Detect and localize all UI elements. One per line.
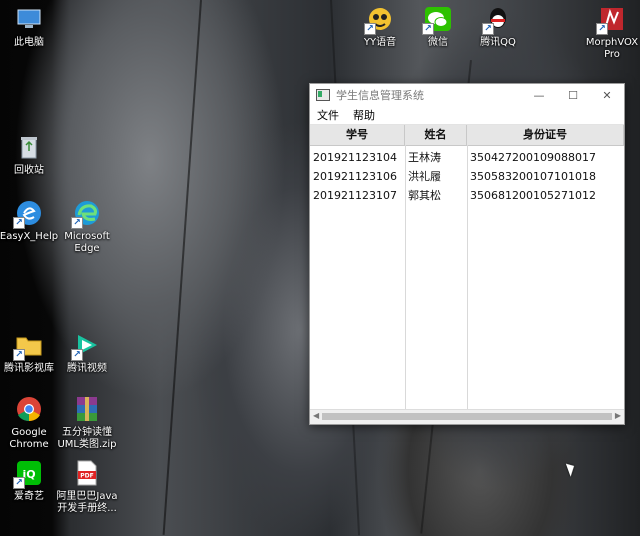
menu-file[interactable]: 文件 xyxy=(310,107,346,123)
desktop-icon-wechat[interactable]: ↗ 微信 xyxy=(406,4,470,49)
icon-label: 腾讯视频 xyxy=(67,363,107,374)
desktop-icon-alibaba-pdf[interactable]: PDF 阿里巴巴Java开发手册终... xyxy=(55,458,119,515)
app-window-icon xyxy=(316,89,330,101)
table-row[interactable]: 201921123104 王林涛 350427200109088017 xyxy=(310,148,624,167)
maximize-icon: ☐ xyxy=(568,88,578,102)
chrome-icon xyxy=(14,394,44,424)
icon-label: 腾讯影视库 xyxy=(4,363,54,374)
icon-label: 此电脑 xyxy=(14,37,44,48)
desktop-icon-this-pc[interactable]: 此电脑 xyxy=(0,4,61,49)
table-row[interactable]: 201921123106 洪礼履 350583200107101018 xyxy=(310,167,624,186)
shortcut-arrow-icon: ↗ xyxy=(13,217,25,229)
maximize-button[interactable]: ☐ xyxy=(556,84,590,106)
cell-id-number[interactable]: 350583200107101018 xyxy=(467,167,624,186)
desktop-icon-easyx[interactable]: ↗ EasyX_Help xyxy=(0,198,61,243)
icon-label: MorphVOX Pro xyxy=(585,37,639,60)
cell-student-id[interactable]: 201921123107 xyxy=(310,186,405,205)
shortcut-arrow-icon: ↗ xyxy=(13,349,25,361)
shortcut-arrow-icon: ↗ xyxy=(596,23,608,35)
shortcut-arrow-icon: ↗ xyxy=(482,23,494,35)
svg-text:PDF: PDF xyxy=(80,473,93,480)
student-info-window: 学生信息管理系统 — ☐ ✕ 文件 帮助 学号 姓名 身份证号 20192112… xyxy=(309,83,625,425)
shortcut-arrow-icon: ↗ xyxy=(13,477,25,489)
shortcut-arrow-icon: ↗ xyxy=(422,23,434,35)
scroll-right-icon[interactable]: ▶ xyxy=(615,411,621,420)
cell-name[interactable]: 王林涛 xyxy=(405,148,467,167)
table-header: 学号 姓名 身份证号 xyxy=(310,125,624,146)
icon-label: 回收站 xyxy=(14,165,44,176)
icon-label: 爱奇艺 xyxy=(14,491,44,502)
icon-label: Microsoft Edge xyxy=(64,231,110,254)
recycle-bin-icon xyxy=(14,132,44,162)
icon-label: 腾讯QQ xyxy=(480,37,516,48)
icon-label: 微信 xyxy=(428,37,448,48)
cell-student-id[interactable]: 201921123106 xyxy=(310,167,405,186)
shortcut-arrow-icon: ↗ xyxy=(364,23,376,35)
window-title: 学生信息管理系统 xyxy=(336,89,424,102)
cell-name[interactable]: 郭其松 xyxy=(405,186,467,205)
cell-id-number[interactable]: 350427200109088017 xyxy=(467,148,624,167)
desktop-icon-chrome[interactable]: Google Chrome xyxy=(0,394,61,451)
desktop-icon-morphvox[interactable]: ↗ MorphVOX Pro xyxy=(580,4,640,61)
cell-id-number[interactable]: 350681200105271012 xyxy=(467,186,624,205)
desktop-icon-iqiyi[interactable]: iQ ↗ 爱奇艺 xyxy=(0,458,61,503)
morphvox-icon: ↗ xyxy=(596,4,627,35)
desktop-icon-uml-zip[interactable]: 五分钟读懂UML类图.zip xyxy=(55,394,119,451)
scroll-left-icon[interactable]: ◀ xyxy=(313,411,319,420)
yy-icon: ↗ xyxy=(364,4,395,35)
shortcut-arrow-icon: ↗ xyxy=(71,349,83,361)
desktop-icon-edge[interactable]: ↗ Microsoft Edge xyxy=(55,198,119,255)
title-bar[interactable]: 学生信息管理系统 — ☐ ✕ xyxy=(310,84,624,106)
column-header-name[interactable]: 姓名 xyxy=(405,125,467,145)
desktop-icon-recycle-bin[interactable]: 回收站 xyxy=(0,132,61,177)
icon-label: Google Chrome xyxy=(9,427,49,450)
scrollbar-thumb[interactable] xyxy=(322,413,612,420)
student-table[interactable]: 学号 姓名 身份证号 201921123104 王林涛 350427200109… xyxy=(310,125,624,410)
easyx-icon: ↗ xyxy=(13,198,44,229)
table-row[interactable]: 201921123107 郭其松 350681200105271012 xyxy=(310,186,624,205)
cell-student-id[interactable]: 201921123104 xyxy=(310,148,405,167)
column-header-student-id[interactable]: 学号 xyxy=(310,125,405,145)
desktop-icon-yy[interactable]: ↗ YY语音 xyxy=(348,4,412,49)
winrar-icon xyxy=(72,394,102,424)
wechat-icon: ↗ xyxy=(422,4,453,35)
menu-help[interactable]: 帮助 xyxy=(346,107,382,123)
edge-icon: ↗ xyxy=(71,198,102,229)
menu-bar: 文件 帮助 xyxy=(310,106,624,125)
qq-icon: ↗ xyxy=(482,4,513,35)
minimize-icon: — xyxy=(533,88,545,102)
folder-icon: ↗ xyxy=(13,330,44,361)
icon-label: YY语音 xyxy=(363,37,397,48)
shortcut-arrow-icon: ↗ xyxy=(71,217,83,229)
icon-label: 五分钟读懂UML类图.zip xyxy=(57,427,117,450)
desktop-icon-tencent-video-lib[interactable]: ↗ 腾讯影视库 xyxy=(0,330,61,375)
desktop-icon-qq[interactable]: ↗ 腾讯QQ xyxy=(466,4,530,49)
cell-name[interactable]: 洪礼履 xyxy=(405,167,467,186)
icon-label: EasyX_Help xyxy=(0,231,59,242)
column-header-id-number[interactable]: 身份证号 xyxy=(467,125,624,145)
tencent-video-icon: ↗ xyxy=(71,330,102,361)
horizontal-scrollbar[interactable]: ◀ ▶ xyxy=(310,409,624,424)
close-button[interactable]: ✕ xyxy=(590,84,624,106)
icon-label: 阿里巴巴Java开发手册终... xyxy=(56,491,118,514)
desktop-icon-tencent-video[interactable]: ↗ 腾讯视频 xyxy=(55,330,119,375)
close-icon: ✕ xyxy=(602,88,612,102)
computer-icon xyxy=(14,4,44,34)
iqiyi-icon: iQ ↗ xyxy=(13,458,44,489)
minimize-button[interactable]: — xyxy=(522,84,556,106)
pdf-icon: PDF xyxy=(72,458,102,488)
